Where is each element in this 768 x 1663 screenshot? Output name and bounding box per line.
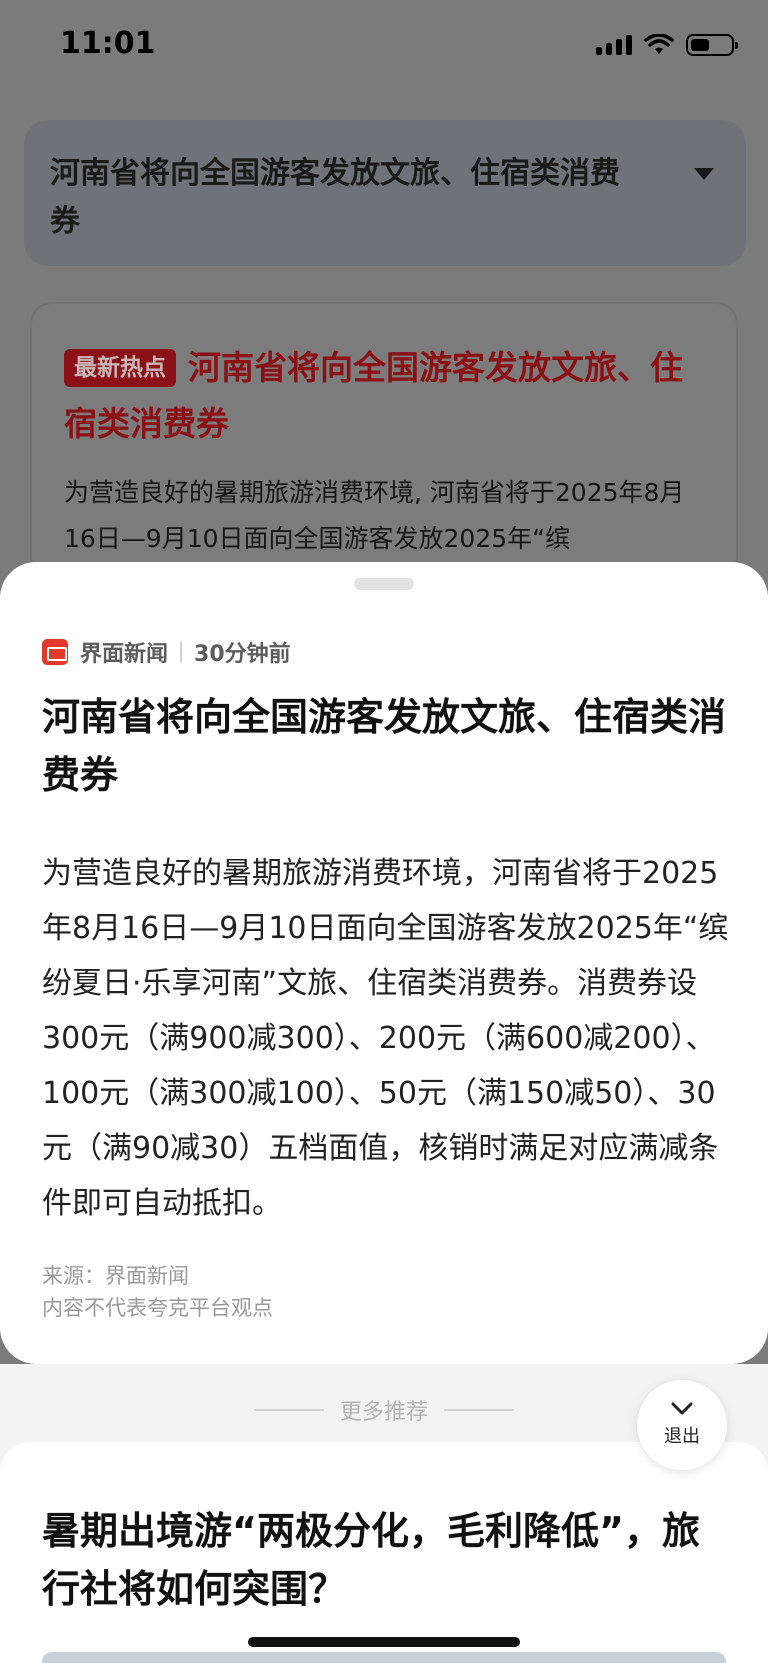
home-indicator[interactable] <box>248 1637 520 1647</box>
status-icons <box>596 34 738 56</box>
sheet-grabber[interactable] <box>354 578 414 590</box>
article-footnote: 来源：界面新闻 内容不代表夸克平台观点 <box>42 1260 273 1324</box>
topic-dropdown[interactable]: 河南省将向全国游客发放文旅、住宿类消费券 <box>24 120 746 266</box>
article-body: 为营造良好的暑期旅游消费环境，河南省将于2025年8月16日—9月10日面向全国… <box>42 856 729 1221</box>
next-article-title: 暑期出境游“两极分化，毛利降低”，旅行社将如何突围？ <box>42 1509 700 1611</box>
article-sheet: 界面新闻 30分钟前 河南省将向全国游客发放文旅、住宿类消费券 为营造良好的暑期… <box>0 562 768 1364</box>
chevron-down-icon <box>671 1402 693 1415</box>
background-card-snippet: 为营造良好的暑期旅游消费环境, 河南省将于2025年8月16日—9月10日面向全… <box>64 478 685 553</box>
divider-line-left <box>253 1409 324 1411</box>
hot-badge: 最新热点 <box>64 349 176 387</box>
wifi-icon <box>644 34 674 54</box>
background-card-headline-row: 最新热点 河南省将向全国游客发放文旅、住宿类消费券 <box>64 340 704 452</box>
publish-time: 30分钟前 <box>194 642 291 667</box>
more-recommendations-label: 更多推荐 <box>339 1400 428 1425</box>
next-article-card[interactable]: 暑期出境游“两极分化，毛利降低”，旅行社将如何突围？ <box>0 1442 768 1663</box>
source-name[interactable]: 界面新闻 <box>80 636 168 668</box>
status-bar: 11:01 <box>0 0 768 96</box>
meta-divider <box>180 642 183 662</box>
article-title: 河南省将向全国游客发放文旅、住宿类消费券 <box>42 695 727 797</box>
next-article-image <box>42 1652 726 1663</box>
exit-label: 退出 <box>664 1426 700 1447</box>
exit-button[interactable]: 退出 <box>637 1380 727 1470</box>
source-logo-icon <box>42 639 68 665</box>
topic-title: 河南省将向全国游客发放文旅、住宿类消费券 <box>50 156 620 239</box>
cellular-signal-icon <box>596 35 632 55</box>
divider-line-right <box>444 1409 514 1411</box>
footnote-disclaimer: 内容不代表夸克平台观点 <box>42 1296 273 1320</box>
chevron-down-icon <box>694 168 714 180</box>
article-meta: 界面新闻 30分钟前 <box>42 636 291 668</box>
footnote-source: 来源：界面新闻 <box>42 1264 189 1288</box>
status-time: 11:01 <box>60 26 156 61</box>
battery-icon <box>686 34 738 56</box>
